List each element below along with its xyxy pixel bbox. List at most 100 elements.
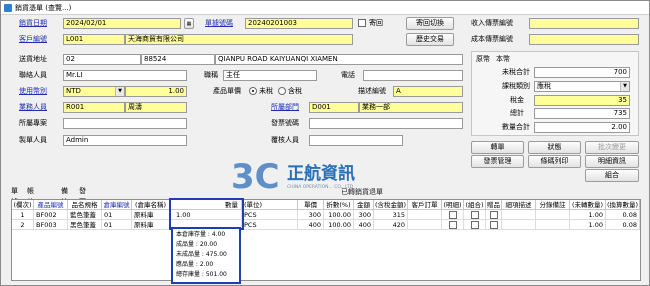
col-header[interactable]: (倉庫名稱)	[132, 200, 170, 210]
col-header[interactable]: (含稅金額)	[374, 200, 408, 210]
receivable-voucher-field[interactable]	[529, 18, 639, 29]
cell-combo[interactable]	[464, 210, 486, 220]
detail-info-button[interactable]: 明細資訊	[585, 155, 639, 168]
cell-price[interactable]: 400	[298, 220, 324, 230]
title-bar: 銷貨憑單 (查覽...)	[1, 1, 649, 15]
col-header[interactable]: (換算數量)	[606, 200, 640, 210]
sale-date-label[interactable]: 銷貨日期	[19, 18, 47, 28]
sales-label[interactable]: 業務人員	[19, 102, 47, 112]
tax-field[interactable]: 35	[534, 95, 630, 106]
currency-label[interactable]: 使用幣別	[19, 86, 47, 96]
invoice-mgmt-button[interactable]: 發票管理	[471, 155, 524, 168]
popup-value: 475.00	[205, 251, 227, 258]
cell-detail[interactable]	[442, 220, 464, 230]
project-field[interactable]	[63, 118, 187, 129]
gift-checkbox[interactable]	[490, 221, 498, 229]
untaxed-total-label: 未稅合計	[502, 68, 530, 76]
col-header[interactable]: (單位)	[242, 200, 298, 210]
col-header[interactable]: 贈品	[486, 200, 502, 210]
rate-field[interactable]: 1.00	[125, 86, 187, 97]
combo-checkbox[interactable]	[471, 221, 479, 229]
col-header[interactable]: 細項描述	[502, 200, 536, 210]
sale-date-field[interactable]: 2024/02/01	[63, 18, 181, 29]
untaxed-total-field: 700	[534, 67, 630, 78]
col-header[interactable]: 單價	[298, 200, 324, 210]
cell-product-name[interactable]: 黑色筆蓋	[68, 220, 102, 230]
cell-warehouse-id[interactable]: 01	[102, 220, 132, 230]
cost-voucher-field[interactable]	[529, 34, 639, 45]
calendar-icon[interactable]: ▦	[184, 18, 194, 29]
transfer-button[interactable]: 轉單	[471, 141, 524, 154]
doc-no-field[interactable]: 20240201003	[245, 18, 353, 29]
taxed-radio[interactable]	[278, 87, 286, 95]
chevron-down-icon[interactable]: ▼	[115, 87, 124, 96]
status-button[interactable]: 狀態	[528, 141, 581, 154]
col-header[interactable]: 分錄備註	[536, 200, 570, 210]
logo-mark: 3C	[231, 157, 280, 196]
cell-product-id[interactable]: BF003	[34, 220, 68, 230]
logo-brand-text: 正航資訊	[287, 163, 355, 184]
address-field[interactable]: QIANPU ROAD KAIYUANQI XIAMEN	[215, 54, 463, 65]
cell-entry-note[interactable]	[536, 210, 570, 220]
zip-field[interactable]: 88524	[141, 54, 215, 65]
col-header[interactable]: (未轉數量)	[570, 200, 606, 210]
untaxed-radio-label: 未稅	[259, 87, 273, 95]
cell-price[interactable]: 300	[298, 210, 324, 220]
gift-checkbox[interactable]	[490, 211, 498, 219]
contact-field[interactable]: Mr.LI	[63, 70, 187, 81]
cell-customer-order[interactable]	[408, 210, 442, 220]
invoice-no-field[interactable]: A	[393, 86, 463, 97]
col-header[interactable]: 倉庫編號	[102, 200, 132, 210]
cell-combo[interactable]	[464, 220, 486, 230]
invoice-num-field[interactable]	[309, 118, 463, 129]
col-header[interactable]: (欄次)	[12, 200, 34, 210]
dept-id-field[interactable]: D001	[309, 102, 359, 113]
detail-checkbox[interactable]	[449, 221, 457, 229]
untaxed-radio[interactable]	[249, 87, 257, 95]
cell-gift[interactable]	[486, 210, 502, 220]
combo-button[interactable]: 組合	[585, 169, 639, 182]
col-header[interactable]: 金額	[354, 200, 374, 210]
cell-item-desc[interactable]	[502, 220, 536, 230]
batch-change-button[interactable]: 批次變更	[585, 141, 639, 154]
customer-label[interactable]: 客戶編號	[19, 34, 47, 44]
col-header[interactable]: 產品編號	[34, 200, 68, 210]
col-header[interactable]: 品名規格	[68, 200, 102, 210]
tab-original-currency[interactable]: 原幣	[476, 54, 490, 64]
tax-type-select[interactable]: 應稅 ▼	[534, 81, 630, 92]
detail-checkbox[interactable]	[449, 211, 457, 219]
customer-id-field[interactable]: L001	[63, 34, 125, 45]
cell-item-desc[interactable]	[502, 210, 536, 220]
cell-product-id[interactable]: BF002	[34, 210, 68, 220]
sales-id-field[interactable]: R001	[63, 102, 125, 113]
cell-detail[interactable]	[442, 210, 464, 220]
col-header[interactable]: (組合)	[464, 200, 486, 210]
cell-gift[interactable]	[486, 220, 502, 230]
barcode-print-button[interactable]: 條碼列印	[528, 155, 581, 168]
chevron-down-icon[interactable]: ▼	[620, 82, 629, 91]
return-checkbox[interactable]	[358, 19, 366, 27]
history-button[interactable]: 歷史交易	[406, 33, 454, 46]
cell-customer-order[interactable]	[408, 220, 442, 230]
cell-product-name[interactable]: 藍色筆蓋	[68, 210, 102, 220]
combo-checkbox[interactable]	[471, 211, 479, 219]
tab-local-currency[interactable]: 本幣	[496, 54, 510, 64]
phone-field[interactable]	[363, 70, 463, 81]
doc-no-label[interactable]: 單據號碼	[205, 18, 233, 28]
return-switch-button[interactable]: 寄回切換	[406, 17, 454, 30]
cell-amount[interactable]: 400	[354, 220, 374, 230]
title-field[interactable]: 主任	[223, 70, 317, 81]
cell-entry-note[interactable]	[536, 220, 570, 230]
address-code-field[interactable]: 02	[63, 54, 141, 65]
col-header[interactable]: 客戶訂單	[408, 200, 442, 210]
brand-logo: 3C 正航資訊 CHINA OPERATION... CO., LTD 已轉銷貨…	[231, 157, 383, 196]
cell-amount[interactable]: 300	[354, 210, 374, 220]
cell-discount[interactable]: 100.00	[324, 220, 354, 230]
cell-warehouse-id[interactable]: 01	[102, 210, 132, 220]
dept-label[interactable]: 所屬部門	[271, 102, 299, 112]
currency-select[interactable]: NTD ▼	[63, 86, 125, 97]
qty-total-label: 數量合計	[502, 123, 530, 131]
col-header[interactable]: 折數(%)	[324, 200, 354, 210]
cell-discount[interactable]: 100.00	[324, 210, 354, 220]
col-header[interactable]: (明細)	[442, 200, 464, 210]
